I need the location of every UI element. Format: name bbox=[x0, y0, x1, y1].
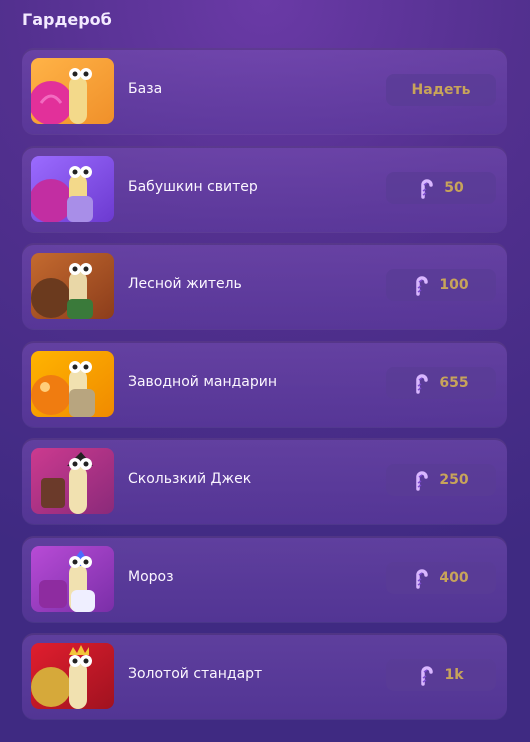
buy-button[interactable]: 250 bbox=[386, 464, 496, 496]
page-title: Гардероб bbox=[22, 10, 112, 29]
candy-cane-icon bbox=[416, 276, 429, 296]
candy-cane-icon bbox=[416, 568, 429, 589]
skin-thumbnail bbox=[31, 350, 114, 417]
skin-thumbnail bbox=[31, 643, 114, 709]
skin-thumbnail bbox=[31, 155, 114, 222]
buy-button[interactable]: 400 bbox=[386, 561, 496, 594]
equip-button[interactable]: Надеть bbox=[386, 74, 496, 106]
price-label: 250 bbox=[439, 472, 469, 488]
price-label: 100 bbox=[439, 277, 469, 293]
price-label: 655 bbox=[439, 374, 469, 391]
price-label: 50 bbox=[444, 179, 464, 196]
wardrobe-list: База Надеть Бабушкин свитер 50 Лесной жи… bbox=[22, 48, 507, 731]
skin-thumbnail bbox=[31, 448, 114, 514]
buy-button[interactable]: 655 bbox=[386, 366, 496, 399]
skin-name: Бабушкин свитер bbox=[128, 178, 258, 195]
buy-button[interactable]: 100 bbox=[386, 269, 496, 301]
list-item-clockwork-mandarin[interactable]: Заводной мандарин 655 bbox=[22, 340, 507, 427]
candy-cane-icon bbox=[416, 373, 429, 394]
skin-name: Заводной мандарин bbox=[128, 373, 278, 390]
skin-name: База bbox=[128, 81, 163, 97]
equip-button-label: Надеть bbox=[411, 82, 471, 98]
skin-name: Лесной житель bbox=[128, 276, 242, 292]
list-item-grandma-sweater[interactable]: Бабушкин свитер 50 bbox=[22, 145, 507, 232]
list-item-slippery-jack[interactable]: Скользкий Джек 250 bbox=[22, 438, 507, 524]
buy-button[interactable]: 1k bbox=[386, 659, 496, 691]
skin-thumbnail bbox=[31, 253, 114, 319]
candy-cane-icon bbox=[416, 471, 429, 491]
list-item-gold-standard[interactable]: Золотой стандарт 1k bbox=[22, 633, 507, 719]
skin-thumbnail bbox=[31, 545, 114, 612]
skin-name: Мороз bbox=[128, 568, 174, 585]
candy-cane-icon bbox=[421, 178, 433, 199]
price-label: 400 bbox=[439, 569, 469, 586]
skin-name: Скользкий Джек bbox=[128, 471, 252, 487]
skin-thumbnail bbox=[31, 58, 114, 124]
buy-button[interactable]: 50 bbox=[386, 171, 496, 204]
list-item-base[interactable]: База Надеть bbox=[22, 48, 507, 134]
price-label: 1k bbox=[444, 667, 464, 683]
skin-name: Золотой стандарт bbox=[128, 666, 263, 682]
candy-cane-icon bbox=[421, 666, 434, 686]
list-item-frost[interactable]: Мороз 400 bbox=[22, 535, 507, 622]
list-item-forest-dweller[interactable]: Лесной житель 100 bbox=[22, 243, 507, 329]
